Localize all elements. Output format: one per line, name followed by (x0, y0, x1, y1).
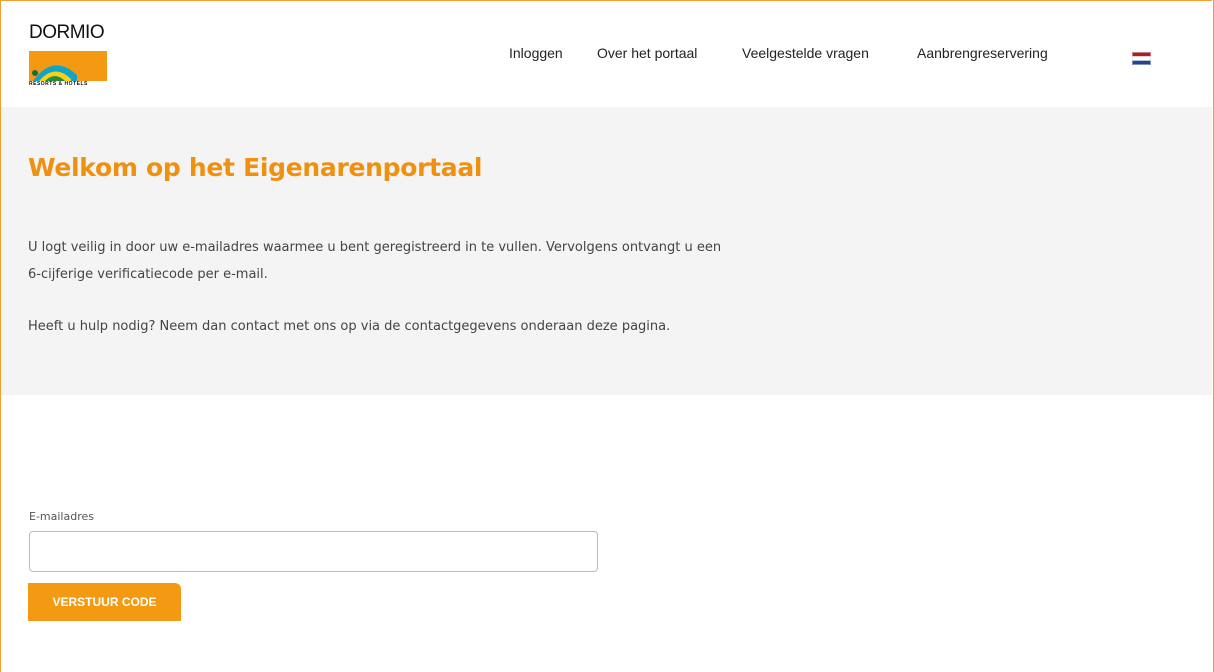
site-header: DORMIO RESORTS & HOTELS Inloggen Over he… (1, 1, 1212, 107)
logo-wordmark: DORMIO (29, 22, 105, 43)
welcome-section: Welkom op het Eigenarenportaal U logt ve… (1, 107, 1212, 395)
dormio-logo[interactable]: DORMIO RESORTS & HOTELS (29, 23, 109, 89)
intro-text-line-2: 6-cijferige verificatiecode per e-mail. (28, 267, 268, 282)
nav-item-inloggen[interactable]: Inloggen (509, 45, 563, 61)
help-text: Heeft u hulp nodig? Neem dan contact met… (28, 319, 671, 334)
nav-item-over-het-portaal[interactable]: Over het portaal (597, 45, 697, 61)
send-code-button[interactable]: VERSTUUR CODE (28, 583, 181, 621)
page-title: Welkom op het Eigenarenportaal (28, 153, 483, 182)
nav-item-aanbrengreservering[interactable]: Aanbrengreservering (917, 45, 1048, 61)
nav-item-veelgestelde-vragen[interactable]: Veelgestelde vragen (742, 45, 869, 61)
dutch-flag-icon[interactable] (1132, 52, 1151, 65)
email-field[interactable] (29, 531, 598, 572)
intro-text-line-1: U logt veilig in door uw e-mailadres waa… (28, 240, 722, 255)
logo-tagline: RESORTS & HOTELS (29, 81, 88, 87)
email-label: E-mailadres (29, 510, 94, 523)
